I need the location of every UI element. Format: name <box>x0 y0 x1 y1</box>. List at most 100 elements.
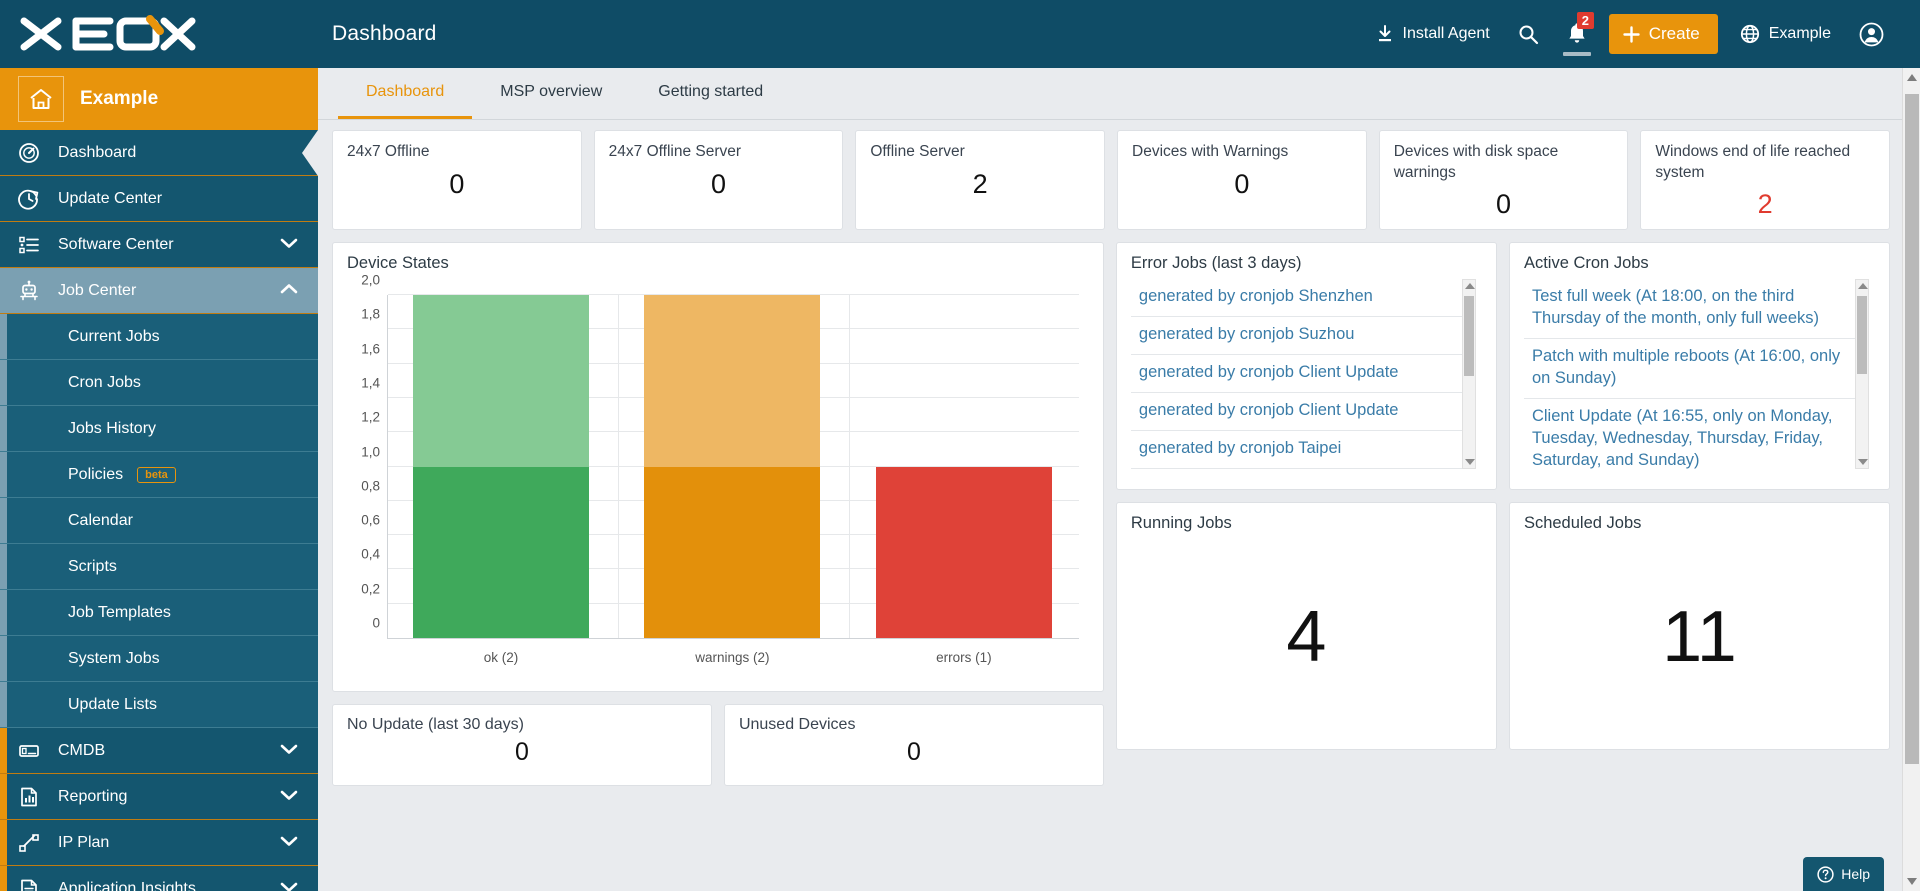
sidebar-item-update-lists[interactable]: Update Lists <box>0 682 318 728</box>
sidebar-item-cmdb[interactable]: CMDB <box>0 728 318 774</box>
sidebar-item-system-jobs[interactable]: System Jobs <box>0 636 318 682</box>
sidebar-item-policies[interactable]: Policies beta <box>0 452 318 498</box>
card-value: 0 <box>906 738 921 766</box>
xeox-logo-icon <box>20 15 196 51</box>
chart-plot-area: 0 0,2 0,4 0,6 0,8 1,0 1,2 1,4 1,6 1,8 2,… <box>361 273 1079 665</box>
card-no-update[interactable]: No Update (last 30 days) 0 <box>332 704 712 786</box>
account-circle-icon <box>1859 22 1884 46</box>
card-unused-devices[interactable]: Unused Devices 0 <box>723 704 1104 786</box>
device-states-chart: 0 0,2 0,4 0,6 0,8 1,0 1,2 1,4 1,6 1,8 2,… <box>347 273 1089 677</box>
sidebar-item-scripts[interactable]: Scripts <box>0 544 318 590</box>
sidebar-item-job-center[interactable]: Job Center <box>0 268 318 314</box>
sidebar-item-calendar[interactable]: Calendar <box>0 498 318 544</box>
list-icon <box>18 234 58 256</box>
running-jobs-title: Running Jobs <box>1130 514 1232 532</box>
sidebar-item-reporting[interactable]: Reporting <box>0 774 318 820</box>
sidebar-submenu-job-center: Current Jobs Cron Jobs Jobs History Poli… <box>0 314 318 728</box>
scheduled-jobs-panel: Scheduled Jobs 11 <box>1508 502 1891 750</box>
tab-msp-overview[interactable]: MSP overview <box>472 68 630 119</box>
kpi-title: Offline Server <box>870 143 965 160</box>
create-button[interactable]: Create <box>1608 14 1718 54</box>
sidebar-rail <box>0 866 7 891</box>
sidebar-item-update-center[interactable]: Update Center <box>0 176 318 222</box>
help-button[interactable]: Help <box>1803 857 1884 891</box>
active-indicator <box>302 130 318 176</box>
active-cron-jobs-scrollbar[interactable] <box>1855 279 1870 469</box>
scroll-down-arrow-icon[interactable] <box>1858 459 1869 465</box>
help-circle-icon <box>1817 865 1834 883</box>
kpi-title: Devices with disk space warnings <box>1393 143 1559 181</box>
kpi-card-24x7-offline[interactable]: 24x7 Offline 0 <box>332 130 582 230</box>
bar-errors[interactable]: errors (1) <box>875 295 1052 665</box>
scroll-up-arrow-icon[interactable] <box>1858 283 1869 289</box>
list-item[interactable]: Test full week (At 18:00, on the third T… <box>1523 279 1858 339</box>
sidebar-item-job-templates[interactable]: Job Templates <box>0 590 318 636</box>
scrollbar-thumb[interactable] <box>1857 296 1868 374</box>
kpi-title: Devices with Warnings <box>1132 143 1289 160</box>
bar-ok[interactable]: ok (2) <box>412 295 590 665</box>
sidebar-item-current-jobs[interactable]: Current Jobs <box>0 314 318 360</box>
kpi-card-24x7-offline-server[interactable]: 24x7 Offline Server 0 <box>593 130 844 230</box>
create-label: Create <box>1648 24 1700 43</box>
device-states-title: Device States <box>347 254 449 272</box>
scrollbar-thumb[interactable] <box>1905 94 1919 764</box>
y-tick: 0,4 <box>361 546 380 562</box>
sidebar-item-cron-jobs[interactable]: Cron Jobs <box>0 360 318 406</box>
list-item[interactable]: generated by cronjob Suzhou <box>1130 317 1464 355</box>
kpi-card-devices-with-warnings[interactable]: Devices with Warnings 0 <box>1117 130 1367 230</box>
page-scrollbar[interactable] <box>1902 68 1920 891</box>
error-jobs-scrollbar[interactable] <box>1461 279 1476 469</box>
sidebar-item-application-insights[interactable]: Application Insights <box>0 866 318 891</box>
sidebar-item-dashboard[interactable]: Dashboard <box>0 130 318 176</box>
sidebar-subitem-label: Current Jobs <box>68 327 160 345</box>
notifications-button[interactable]: 2 <box>1553 0 1601 68</box>
account-button[interactable] <box>1845 0 1898 68</box>
kpi-card-devices-with-disk-space-warnings[interactable]: Devices with disk space warnings 0 <box>1378 130 1629 230</box>
error-jobs-panel: Error Jobs (last 3 days) generated by cr… <box>1115 242 1497 490</box>
tenant-label: Example <box>1768 25 1831 42</box>
list-item[interactable]: generated by cronjob Client Update <box>1130 355 1464 393</box>
scrollbar-thumb[interactable] <box>1463 296 1474 376</box>
bar-warnings[interactable]: warnings (2) <box>644 295 821 665</box>
search-button[interactable] <box>1504 0 1553 68</box>
install-agent-label: Install Agent <box>1402 25 1490 42</box>
scroll-down-arrow-icon[interactable] <box>1907 878 1917 885</box>
kpi-card-offline-server[interactable]: Offline Server 2 <box>855 130 1106 230</box>
search-icon <box>1519 25 1538 44</box>
scroll-down-arrow-icon[interactable] <box>1464 459 1475 465</box>
kpi-card-windows-end-of-life[interactable]: Windows end of life reached system 2 <box>1640 130 1891 230</box>
card-title: No Update (last 30 days) <box>347 716 524 733</box>
dashboard-grid: Device States 0 0,2 0,4 0,6 0,8 1,0 1,2 … <box>332 242 1891 786</box>
scheduled-jobs-value: 11 <box>1662 597 1737 677</box>
sidebar: Example Dashboard Update Center Software… <box>0 68 318 891</box>
sidebar-subitem-label: Policies <box>68 465 124 483</box>
running-jobs-panel: Running Jobs 4 <box>1115 502 1497 750</box>
download-icon <box>1378 25 1391 42</box>
list-item[interactable]: Client Update (At 16:55, only on Monday,… <box>1524 399 1857 469</box>
install-agent-button[interactable]: Install Agent <box>1362 0 1504 68</box>
running-jobs-value: 4 <box>1286 597 1327 677</box>
tab-dashboard[interactable]: Dashboard <box>338 68 473 119</box>
sidebar-subitem-label: Scripts <box>68 557 117 575</box>
sidebar-subitem-label: Job Templates <box>68 603 171 621</box>
sidebar-item-ip-plan[interactable]: IP Plan <box>0 820 318 866</box>
network-icon <box>18 832 58 854</box>
gauge-icon <box>18 142 58 164</box>
y-tick: 0,6 <box>361 512 380 528</box>
tenant-selector[interactable]: Example <box>1726 0 1845 68</box>
app-logo[interactable] <box>0 0 318 68</box>
list-item[interactable]: generated by cronjob Shenzhen <box>1130 279 1464 317</box>
report-icon <box>18 786 58 808</box>
scroll-up-arrow-icon[interactable] <box>1464 283 1475 289</box>
list-item[interactable]: generated by cronjob Client Update <box>1130 393 1464 431</box>
sidebar-home[interactable]: Example <box>0 68 318 130</box>
y-tick: 1,4 <box>361 375 380 391</box>
list-item[interactable]: generated by cronjob Taipei <box>1130 431 1464 469</box>
sidebar-item-jobs-history[interactable]: Jobs History <box>0 406 318 452</box>
sidebar-item-software-center[interactable]: Software Center <box>0 222 318 268</box>
scroll-up-arrow-icon[interactable] <box>1907 74 1917 81</box>
tab-getting-started[interactable]: Getting started <box>630 68 791 119</box>
sidebar-subitem-label: Calendar <box>68 511 133 529</box>
sidebar-rail <box>0 820 7 865</box>
list-item[interactable]: Patch with multiple reboots (At 16:00, o… <box>1523 339 1858 399</box>
